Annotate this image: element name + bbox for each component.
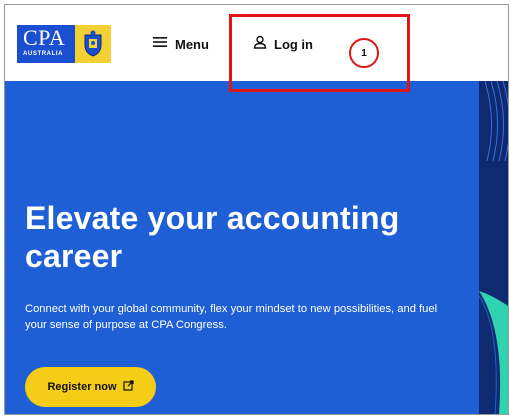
cpa-logo[interactable]: CPA AUSTRALIA [17, 25, 111, 63]
hero-subtitle: Connect with your global community, flex… [25, 303, 438, 331]
register-now-button[interactable]: Register now [25, 367, 156, 407]
annotation-step-badge: 1 [349, 38, 379, 68]
hamburger-icon [153, 35, 167, 53]
logo-subtext: AUSTRALIA [23, 51, 64, 57]
menu-label: Menu [175, 36, 209, 52]
annotation-highlight-box [229, 14, 410, 92]
logo-text: CPA [23, 25, 66, 50]
hero-banner: Elevate your accounting career Connect w… [5, 81, 508, 414]
hero-decoration-graphic [478, 81, 508, 414]
crest-icon [75, 25, 111, 63]
menu-button[interactable]: Menu [153, 33, 209, 55]
browser-viewport: CPA AUSTRALIA Menu Log in 1 Elevate your… [4, 4, 509, 415]
register-label: Register now [47, 381, 117, 393]
logo-wordmark: CPA AUSTRALIA [17, 25, 75, 63]
hero-title: Elevate your accounting career [25, 200, 400, 274]
external-link-icon [122, 378, 134, 396]
